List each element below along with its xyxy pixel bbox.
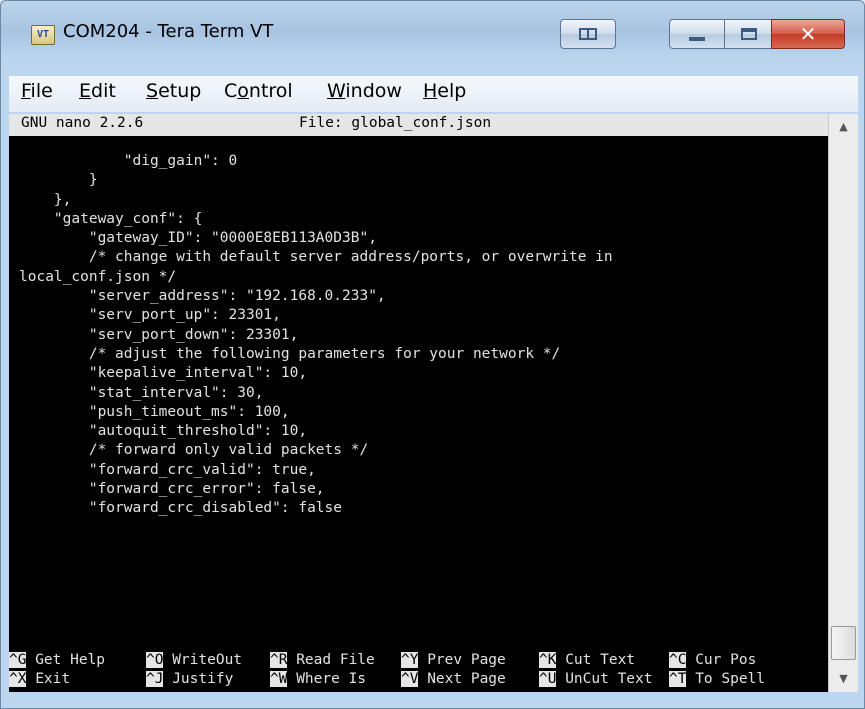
shortcut-uncut-text: ^U UnCut Text <box>539 670 653 689</box>
shortcut-key: ^J <box>146 671 164 687</box>
shortcut-get-help: ^G Get Help <box>9 651 105 670</box>
terminal-screen[interactable]: GNU nano 2.2.6 File: global_conf.json "d… <box>9 114 828 692</box>
menu-setup[interactable]: Setup <box>146 80 201 102</box>
shortcut-key: ^K <box>539 652 557 668</box>
scroll-thumb[interactable] <box>831 626 856 660</box>
close-icon: ✕ <box>799 22 817 46</box>
shortcut-key: ^G <box>9 652 27 668</box>
shortcut-cur-pos: ^C Cur Pos <box>669 651 756 670</box>
shortcut-label: Read File <box>287 652 375 668</box>
file-line: local_conf.json */ <box>19 268 177 285</box>
window-title: COM204 - Tera Term VT <box>63 21 274 42</box>
nano-file-name: File: global_conf.json <box>299 115 492 131</box>
file-line: "gateway_conf": { <box>19 210 203 227</box>
minimize-icon <box>689 37 705 41</box>
file-line: } <box>19 172 98 189</box>
maximize-button[interactable] <box>724 19 772 49</box>
shortcut-writeout: ^O WriteOut <box>146 651 242 670</box>
shortcut-key: ^V <box>401 671 419 687</box>
shortcut-justify: ^J Justify <box>146 670 233 689</box>
shortcut-key: ^O <box>146 652 164 668</box>
minimize-button[interactable] <box>669 19 725 49</box>
scroll-down-arrow-icon[interactable]: ▼ <box>829 666 858 692</box>
file-line: "forward_crc_error": false, <box>19 481 325 498</box>
shortcut-label: Cur Pos <box>686 652 757 668</box>
file-line: }, <box>19 191 72 208</box>
shortcut-key: ^U <box>539 671 557 687</box>
teraterm-window: VT COM204 - Tera Term VT ✕ File Edit Setup… <box>0 0 865 709</box>
nano-title-bar: GNU nano 2.2.6 File: global_conf.json <box>9 114 828 136</box>
nano-version: GNU nano 2.2.6 <box>21 115 144 131</box>
shortcut-label: Exit <box>26 671 71 687</box>
shortcut-key: ^W <box>270 671 288 687</box>
file-line: "serv_port_down": 23301, <box>19 326 299 343</box>
menu-file[interactable]: File <box>21 80 53 102</box>
shortcut-label: UnCut Text <box>556 671 653 687</box>
menu-window[interactable]: Window <box>327 80 402 102</box>
shortcut-cut-text: ^K Cut Text <box>539 651 635 670</box>
shortcut-label: Get Help <box>26 652 106 668</box>
title-bar[interactable]: VT COM204 - Tera Term VT ✕ <box>1 1 864 69</box>
file-line: "keepalive_interval": 10, <box>19 365 308 382</box>
tray-button[interactable] <box>560 19 616 49</box>
shortcut-key: ^R <box>270 652 288 668</box>
shortcut-where-is: ^W Where Is <box>270 670 366 689</box>
vertical-scrollbar[interactable]: ▲ ▼ <box>828 114 858 692</box>
shortcut-label: Cut Text <box>556 652 636 668</box>
file-line: "serv_port_up": 23301, <box>19 307 281 324</box>
shortcut-label: WriteOut <box>163 652 243 668</box>
shortcut-key: ^Y <box>401 652 419 668</box>
shortcut-row-2: ^X Exit ^J Justify ^W Where Is ^V Next Page… <box>9 670 828 689</box>
shortcut-prev-page: ^Y Prev Page <box>401 651 506 670</box>
menu-control[interactable]: Control <box>224 80 293 102</box>
shortcut-exit: ^X Exit <box>9 670 70 689</box>
shortcut-key: ^C <box>669 652 687 668</box>
file-line: /* change with default server address/po… <box>19 249 613 266</box>
shortcut-label: Prev Page <box>418 652 506 668</box>
menu-edit[interactable]: Edit <box>79 80 116 102</box>
tray-icon <box>579 28 597 40</box>
file-line: "push_timeout_ms": 100, <box>19 403 290 420</box>
shortcut-label: Justify <box>163 671 234 687</box>
file-line: "server_address": "192.168.0.233", <box>19 288 386 305</box>
shortcut-next-page: ^V Next Page <box>401 670 506 689</box>
shortcut-read-file: ^R Read File <box>270 651 375 670</box>
file-line: "forward_crc_valid": true, <box>19 461 316 478</box>
file-line: "dig_gain": 0 <box>19 153 238 169</box>
file-content[interactable]: "dig_gain": 0 } }, "gateway_conf": { "ga… <box>19 152 824 519</box>
shortcut-label: Where Is <box>287 671 367 687</box>
shortcut-key: ^X <box>9 671 27 687</box>
close-button[interactable]: ✕ <box>771 19 845 49</box>
shortcut-to-spell: ^T To Spell <box>669 670 765 689</box>
menu-bar: File Edit Setup Control Window Help <box>9 76 858 112</box>
shortcut-label: To Spell <box>686 671 766 687</box>
file-line: "autoquit_threshold": 10, <box>19 423 308 440</box>
shortcut-key: ^T <box>669 671 687 687</box>
maximize-icon <box>741 28 757 40</box>
menu-help[interactable]: Help <box>423 80 466 102</box>
teraterm-app-icon[interactable]: VT <box>31 25 55 45</box>
file-line: "stat_interval": 30, <box>19 384 264 401</box>
shortcut-row-1: ^G Get Help ^O WriteOut ^R Read File ^Y Pre… <box>9 651 828 670</box>
file-line: /* forward only valid packets */ <box>19 442 369 459</box>
file-line: "forward_crc_disabled": false <box>19 500 343 517</box>
file-line: /* adjust the following parameters for y… <box>19 345 561 362</box>
shortcut-label: Next Page <box>418 671 506 687</box>
file-line: "gateway_ID": "0000E8EB113A0D3B", <box>19 230 377 247</box>
scroll-up-arrow-icon[interactable]: ▲ <box>829 114 858 140</box>
